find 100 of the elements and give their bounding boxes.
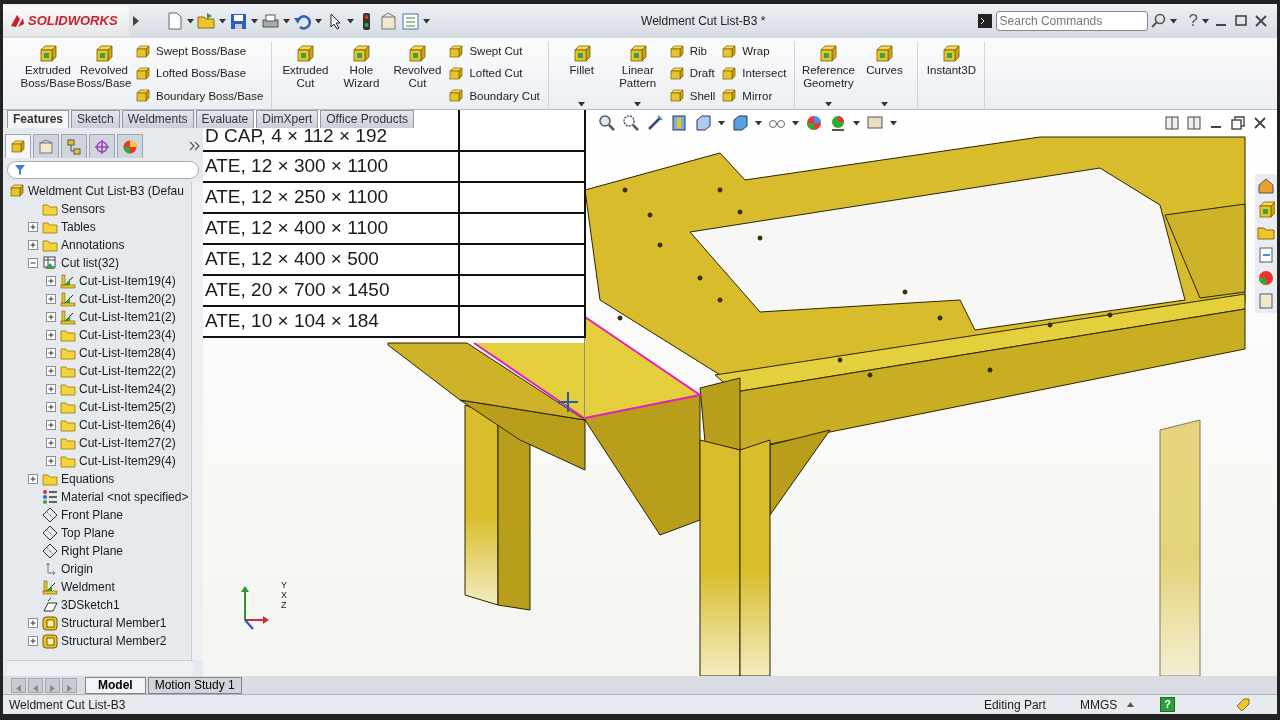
tree-item[interactable]: Cut-List-Item23(4) (9, 326, 176, 344)
caret-icon[interactable] (792, 120, 799, 126)
frame-model-drawing[interactable] (584, 136, 1246, 676)
close-icon[interactable] (1253, 116, 1267, 130)
ribbon-button[interactable]: Swept Boss/Base (133, 42, 266, 62)
caret-icon[interactable] (219, 18, 226, 24)
tree-item[interactable]: Equations (9, 470, 115, 488)
caret-icon[interactable] (283, 18, 290, 24)
ribbon-button[interactable]: Boundary Cut (446, 86, 542, 106)
wand-icon[interactable] (646, 114, 664, 132)
house-icon[interactable] (1257, 177, 1275, 195)
ribbon-button[interactable]: Shell (666, 86, 718, 106)
panel-tab[interactable] (61, 134, 87, 158)
expand-toggle[interactable] (45, 383, 57, 395)
caret-icon[interactable] (578, 102, 586, 107)
tag-icon[interactable] (1235, 696, 1251, 713)
restore-icon[interactable] (1231, 116, 1245, 130)
units-label[interactable]: MMGS (1079, 695, 1118, 714)
tree-item[interactable]: Cut-List-Item25(2) (9, 398, 176, 416)
expand-toggle[interactable] (45, 275, 57, 287)
expand-toggle[interactable] (27, 257, 39, 269)
document-icon[interactable] (1257, 246, 1275, 264)
ribbon-button[interactable]: Extruded Cut (278, 42, 333, 109)
color-ball-icon[interactable] (829, 114, 847, 132)
filter-field[interactable] (7, 161, 199, 179)
ribbon-button[interactable]: Linear Pattern (610, 42, 665, 109)
tree-item[interactable]: Top Plane (9, 524, 115, 542)
caret-icon[interactable] (315, 18, 322, 24)
ribbon-button[interactable]: Lofted Cut (446, 64, 542, 84)
caret-icon[interactable] (890, 120, 897, 126)
ribbon-button[interactable]: Swept Cut (446, 42, 542, 62)
vertical-scrollbar[interactable] (191, 182, 203, 660)
tree-item[interactable]: Structural Member1 (9, 614, 167, 632)
caret-icon[interactable] (718, 120, 725, 126)
tree-item[interactable]: Cut-List-Item28(4) (9, 344, 176, 362)
caret-icon[interactable] (824, 102, 832, 107)
expand-toggle[interactable] (45, 293, 57, 305)
ribbon-button[interactable]: Revolved Cut (390, 42, 445, 109)
tree-item[interactable]: 3DSketch1 (9, 596, 120, 614)
panel-tab[interactable] (5, 134, 31, 158)
tree-item[interactable]: Cut-List-Item27(2) (9, 434, 176, 452)
nav-arrow-button[interactable] (62, 677, 77, 693)
caret-icon[interactable] (251, 18, 258, 24)
tree-item[interactable]: Cut-List-Item19(4) (9, 272, 176, 290)
model-tab[interactable]: Model (85, 676, 146, 694)
maximize-icon[interactable] (1233, 13, 1249, 29)
tree-item[interactable]: Cut-List-Item24(2) (9, 380, 176, 398)
tree-item[interactable]: Tables (9, 218, 96, 236)
command-tab[interactable]: DimXpert (256, 110, 319, 128)
command-tab[interactable]: Features (7, 110, 70, 128)
nav-arrow-button[interactable] (45, 677, 60, 693)
checklist-icon[interactable] (401, 11, 420, 31)
cube-icon[interactable] (694, 114, 712, 132)
tree-item[interactable]: Cut-List-Item22(2) (9, 362, 176, 380)
printer-icon[interactable] (261, 11, 280, 31)
ribbon-button[interactable]: Intersect (719, 64, 789, 84)
tree-item[interactable]: Front Plane (9, 506, 124, 524)
tree-item[interactable]: Cut-List-Item29(4) (9, 452, 176, 470)
ribbon-button[interactable]: Revolved Boss/Base (77, 42, 131, 109)
command-tab[interactable]: Office Products (320, 110, 415, 128)
panel-tab[interactable] (33, 134, 59, 158)
tree-item[interactable]: Origin (9, 560, 93, 578)
expand-toggle[interactable] (45, 455, 57, 467)
tree-item[interactable]: Weldment Cut List-B3 (Defau (9, 182, 184, 200)
expand-toggle[interactable] (45, 437, 57, 449)
zoom-area-icon[interactable] (622, 114, 640, 132)
caret-icon[interactable] (853, 120, 860, 126)
tree-item[interactable]: Cut list(32) (9, 254, 119, 272)
caret-icon[interactable] (1169, 18, 1177, 24)
tree-item[interactable]: Structural Member2 (9, 632, 167, 650)
tree-item[interactable]: Material <not specified> (9, 488, 189, 506)
expand-toggle[interactable] (45, 365, 57, 377)
zoom-icon[interactable] (598, 114, 616, 132)
expand-toggle[interactable] (45, 347, 57, 359)
tree-item[interactable]: Cut-List-Item26(4) (9, 416, 176, 434)
tree-item[interactable]: Sensors (9, 200, 106, 218)
ribbon-button[interactable]: Fillet (554, 42, 609, 109)
chevron-icon[interactable] (189, 141, 201, 151)
save-icon[interactable] (229, 11, 248, 31)
color-ball-icon[interactable] (1257, 269, 1275, 287)
tree-item[interactable]: Annotations (9, 236, 125, 254)
expand-toggle[interactable] (45, 311, 57, 323)
tree-item[interactable]: Right Plane (9, 542, 124, 560)
ribbon-button[interactable]: Boundary Boss/Base (133, 86, 266, 106)
ribbon-button[interactable]: Hole Wizard (334, 42, 389, 109)
tree-item[interactable]: Weldment (9, 578, 115, 596)
nav-arrow-button[interactable] (28, 677, 43, 693)
caret-icon[interactable] (755, 120, 762, 126)
caret-icon[interactable] (423, 18, 430, 24)
caret-icon[interactable] (347, 18, 354, 24)
ribbon-button[interactable]: Draft (666, 64, 718, 84)
search-icon[interactable] (1150, 13, 1167, 29)
command-tab[interactable]: Sketch (71, 110, 120, 128)
expand-toggle[interactable] (45, 419, 57, 431)
parts-icon[interactable] (1257, 200, 1275, 218)
expand-toggle[interactable] (27, 473, 39, 485)
help-button[interactable]: ? (1188, 8, 1198, 34)
expand-toggle[interactable] (45, 329, 57, 341)
section-view-icon[interactable] (670, 114, 688, 132)
ribbon-button[interactable]: Lofted Boss/Base (133, 64, 266, 84)
